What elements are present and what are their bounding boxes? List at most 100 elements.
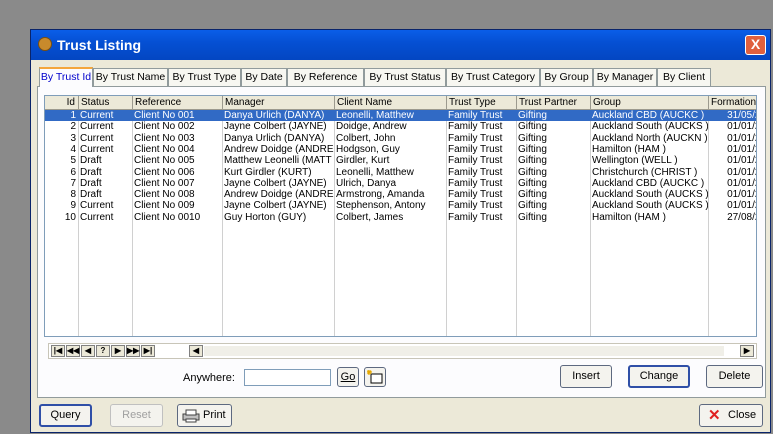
column-header-id[interactable]: Id (45, 96, 79, 110)
cell-formation-date: 01/01/20 (727, 121, 756, 133)
query-button[interactable]: Query (39, 404, 92, 427)
cell-formation-date: 27/08/20 (727, 211, 756, 223)
cell-trust-type: Family Trust (448, 211, 503, 223)
insert-button[interactable]: Insert (560, 365, 612, 388)
column-header-formation-date[interactable]: Formation I (709, 96, 756, 110)
cell-group: Christchurch (CHRIST ) (592, 166, 698, 178)
cell-trust-partner: Gifting (518, 132, 547, 144)
cell-id: 10 (64, 211, 76, 223)
scroll-right-arrow-icon[interactable]: ▶ (740, 345, 754, 357)
column-header-client-name[interactable]: Client Name (335, 96, 447, 110)
cell-trust-partner: Gifting (518, 166, 547, 178)
cell-reference: Client No 001 (134, 110, 195, 121)
tab-by-date[interactable]: By Date (241, 68, 287, 86)
cell-trust-type: Family Trust (448, 155, 503, 167)
tab-panel: Id Status Reference Manager Client Name Trust… (37, 86, 766, 398)
cell-id: 4 (70, 143, 76, 155)
change-button[interactable]: Change (628, 365, 690, 388)
cell-reference: Client No 009 (134, 200, 195, 212)
app-icon (38, 37, 52, 51)
cell-reference: Client No 006 (134, 166, 195, 178)
cell-reference: Client No 007 (134, 177, 195, 189)
nav-query-button[interactable]: ? (96, 345, 110, 357)
title-bar: Trust Listing X (31, 30, 770, 60)
nav-first-button[interactable]: |◀ (51, 345, 65, 357)
cell-client-name: Stephenson, Antony (336, 200, 426, 212)
close-label: Close (728, 409, 757, 421)
cell-manager: Guy Horton (GUY) (224, 211, 307, 223)
cell-status: Current (80, 110, 114, 121)
filter-clear-button[interactable] (364, 367, 386, 387)
cell-status: Draft (80, 166, 102, 178)
cell-client-name: Doidge, Andrew (336, 121, 407, 133)
cell-reference: Client No 002 (134, 121, 195, 133)
tab-by-trust-name[interactable]: By Trust Name (93, 68, 168, 86)
cell-group: Auckland South (AUCKS ) (592, 189, 708, 201)
record-navigator: |◀ ◀◀ ◀ ? ▶ ▶▶ ▶| ◀ ▶ (48, 343, 757, 359)
cell-trust-type: Family Trust (448, 143, 503, 155)
cell-client-name: Girdler, Kurt (336, 155, 390, 167)
column-header-manager[interactable]: Manager (223, 96, 335, 110)
window-close-button[interactable]: X (745, 35, 766, 55)
cell-reference: Client No 004 (134, 143, 195, 155)
cell-id: 2 (70, 121, 76, 133)
anywhere-search-input[interactable] (244, 369, 331, 386)
cell-reference: Client No 0010 (134, 211, 201, 223)
tab-by-trust-status[interactable]: By Trust Status (364, 68, 446, 86)
column-header-trust-type[interactable]: Trust Type (447, 96, 517, 110)
close-button[interactable]: ✕ Close (699, 404, 763, 427)
cell-id: 7 (70, 177, 76, 189)
print-button[interactable]: Print (177, 404, 232, 427)
cell-client-name: Leonelli, Matthew (336, 166, 414, 178)
reset-button[interactable]: Reset (110, 404, 163, 427)
column-header-group[interactable]: Group (591, 96, 709, 110)
cell-group: Hamilton (HAM ) (592, 211, 666, 223)
tab-by-manager[interactable]: By Manager (593, 68, 657, 86)
cell-manager: Andrew Doidge (ANDRE (224, 143, 334, 155)
cell-trust-type: Family Trust (448, 166, 503, 178)
cell-trust-type: Family Trust (448, 132, 503, 144)
cell-group: Auckland CBD (AUCKC ) (592, 177, 705, 189)
cell-group: Hamilton (HAM ) (592, 143, 666, 155)
tab-by-trust-id[interactable]: By Trust Id (39, 67, 93, 87)
cell-group: Wellington (WELL ) (592, 155, 678, 167)
column-header-trust-partner[interactable]: Trust Partner (517, 96, 591, 110)
nav-prior-page-button[interactable]: ◀◀ (66, 345, 80, 357)
tab-by-group[interactable]: By Group (540, 68, 593, 86)
cell-group: Auckland South (AUCKS ) (592, 121, 708, 133)
tab-by-trust-type[interactable]: By Trust Type (168, 68, 241, 86)
cell-manager: Kurt Girdler (KURT) (224, 166, 312, 178)
cell-manager: Matthew Leonelli (MATT (224, 155, 332, 167)
cell-id: 5 (70, 155, 76, 167)
cell-client-name: Ulrich, Danya (336, 177, 397, 189)
printer-icon (182, 409, 200, 423)
cell-group: Auckland CBD (AUCKC ) (592, 110, 705, 121)
cell-formation-date: 01/01/20 (727, 143, 756, 155)
close-x-icon: ✕ (708, 407, 721, 424)
trust-table[interactable]: Id Status Reference Manager Client Name Trust… (44, 95, 757, 337)
cell-trust-type: Family Trust (448, 189, 503, 201)
cell-client-name: Colbert, John (336, 132, 396, 144)
nav-next-page-button[interactable]: ▶▶ (126, 345, 140, 357)
delete-button[interactable]: Delete (706, 365, 763, 388)
column-header-status[interactable]: Status (79, 96, 133, 110)
scroll-left-arrow-icon[interactable]: ◀ (189, 345, 203, 357)
cell-formation-date: 01/01/20 (727, 200, 756, 212)
cell-status: Draft (80, 177, 102, 189)
tab-by-client[interactable]: By Client (657, 68, 711, 86)
cell-formation-date: 01/01/20 (727, 132, 756, 144)
cell-trust-partner: Gifting (518, 211, 547, 223)
cell-manager: Danya Urlich (DANYA) (224, 132, 325, 144)
cell-reference: Client No 005 (134, 155, 195, 167)
tab-by-reference[interactable]: By Reference (287, 68, 364, 86)
tab-by-trust-category[interactable]: By Trust Category (446, 68, 540, 86)
cell-status: Current (80, 200, 114, 212)
cell-trust-type: Family Trust (448, 177, 503, 189)
column-header-reference[interactable]: Reference (133, 96, 223, 110)
nav-next-button[interactable]: ▶ (111, 345, 125, 357)
horizontal-scrollbar-track[interactable] (204, 346, 724, 356)
nav-prior-button[interactable]: ◀ (81, 345, 95, 357)
anywhere-label: Anywhere: (183, 372, 235, 384)
go-button[interactable]: Go (337, 367, 359, 387)
nav-last-button[interactable]: ▶| (141, 345, 155, 357)
